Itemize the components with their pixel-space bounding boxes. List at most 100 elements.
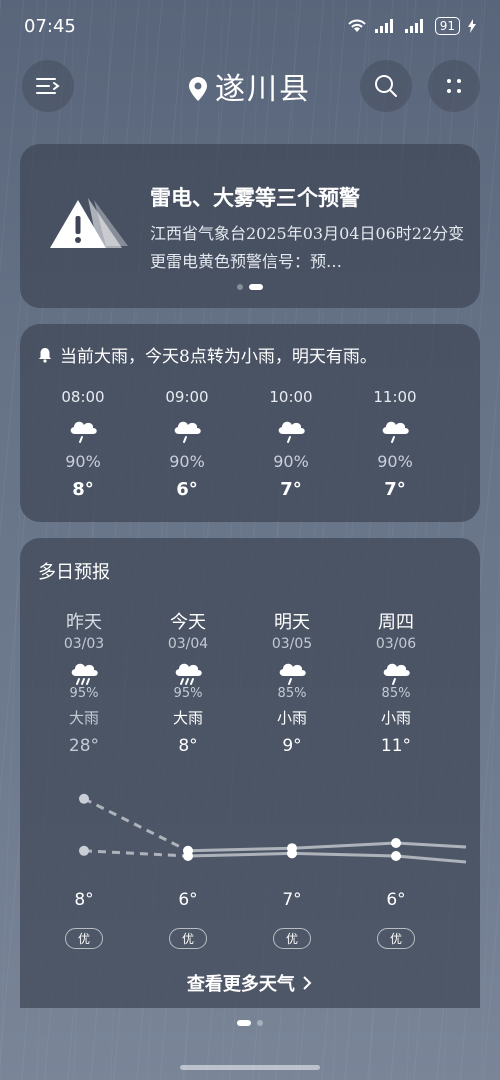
data-point <box>391 851 401 861</box>
day-date: 03/04 <box>167 636 209 652</box>
day-high: 9° <box>282 736 302 756</box>
daily-day[interactable]: 明天 03/05 85% 小雨 9° <box>242 608 342 756</box>
data-point <box>79 845 89 856</box>
wifi-icon <box>347 19 366 32</box>
status-bar: 07:45 91 <box>0 0 500 52</box>
day-name: 今天 <box>170 612 206 633</box>
aqi-badge: 优 <box>272 928 311 949</box>
alert-pager <box>20 284 480 290</box>
more-weather-label: 查看更多天气 <box>186 974 295 995</box>
aqi-badge: 优 <box>64 928 103 949</box>
series-line <box>187 851 467 864</box>
hourly-precip: 90% <box>169 452 205 471</box>
hourly-precip: 90% <box>377 452 413 471</box>
hourly-summary: 当前大雨，今天8点转为小雨，明天有雨。 <box>38 342 377 367</box>
hourly-forecast-card[interactable]: 当前大雨，今天8点转为小雨，明天有雨。 08:00 90% 8° 09:00 9… <box>20 324 480 522</box>
light-rain-icon <box>279 663 306 685</box>
bell-icon <box>39 347 51 363</box>
battery-indicator: 91 <box>434 17 460 35</box>
daily-day[interactable]: 昨天 03/03 95% 大雨 28° <box>34 608 134 756</box>
day-high: 8° <box>178 736 198 756</box>
pager-dot <box>237 284 243 290</box>
day-date: 03/06 <box>375 636 417 652</box>
day-weather: 大雨 <box>172 709 203 727</box>
day-high: 28° <box>68 736 100 756</box>
data-point <box>79 793 89 804</box>
daily-title: 多日预报 <box>38 562 110 583</box>
day-precip: 95% <box>173 686 203 701</box>
page-dot-active <box>237 1020 251 1026</box>
aqi-badge: 优 <box>168 928 207 949</box>
day-high: 11° <box>380 736 412 756</box>
day-precip: 95% <box>69 686 99 701</box>
hourly-item: 10:00 90% 7° <box>246 388 336 500</box>
light-rain-icon <box>383 663 410 685</box>
page-indicator <box>0 1020 500 1026</box>
aqi-badge-wrap: 优 <box>242 928 342 949</box>
alert-text: 江西省气象台2025年03月04日06时22分变更雷电黄色预警信号：预… <box>150 224 465 271</box>
day-date: 03/05 <box>271 636 313 652</box>
rain-cloud-icon <box>174 421 201 443</box>
home-indicator[interactable] <box>180 1065 320 1070</box>
day-precip: 85% <box>381 686 411 701</box>
day-low: 6° <box>178 890 198 910</box>
rain-cloud-icon <box>382 421 409 443</box>
data-point <box>183 851 193 861</box>
signal-icon <box>374 19 393 33</box>
hourly-item: 11:00 90% 7° <box>350 388 440 500</box>
day-name: 周四 <box>378 612 414 633</box>
more-options-button[interactable] <box>428 60 480 112</box>
day-name: 明天 <box>274 612 310 633</box>
city-title[interactable]: 遂川县 <box>0 64 500 108</box>
day-weather: 大雨 <box>68 709 99 727</box>
alert-title: 雷电、大雾等三个预警 <box>150 185 360 210</box>
aqi-badge: 优 <box>376 928 415 949</box>
heavy-rain-icon <box>71 663 98 685</box>
series-line-past <box>83 797 189 853</box>
day-weather: 小雨 <box>380 709 411 727</box>
page-dot <box>257 1020 263 1026</box>
chevron-right-icon <box>303 976 312 990</box>
series-line <box>187 841 467 853</box>
location-pin-icon <box>189 77 207 101</box>
series-line-past <box>83 849 189 858</box>
hourly-precip: 90% <box>65 452 101 471</box>
daily-day[interactable]: 周四 03/06 85% 小雨 11° <box>346 608 446 756</box>
grid-dots-icon <box>447 79 461 93</box>
hourly-item: 09:00 90% 6° <box>142 388 232 500</box>
day-low: 7° <box>282 890 302 910</box>
rain-cloud-icon <box>278 421 305 443</box>
temperature-chart <box>79 793 467 864</box>
city-name: 遂川县 <box>215 72 311 107</box>
aqi-badge-wrap: 优 <box>346 928 446 949</box>
day-low: 6° <box>386 890 406 910</box>
hourly-temp: 7° <box>384 479 406 500</box>
hourly-time: 10:00 <box>269 388 313 406</box>
aqi-badge-wrap: 优 <box>138 928 238 949</box>
charging-icon <box>468 19 476 33</box>
heavy-rain-icon <box>175 663 202 685</box>
weather-alert-card[interactable]: 雷电、大雾等三个预警 江西省气象台2025年03月04日06时22分变更雷电黄色… <box>20 144 480 308</box>
hourly-temp: 7° <box>280 479 302 500</box>
pager-dot-active <box>249 284 263 290</box>
data-point <box>391 838 401 848</box>
warning-triangle-icon <box>50 198 128 248</box>
hourly-time: 09:00 <box>165 388 209 406</box>
hourly-time: 11:00 <box>373 388 417 406</box>
daily-day[interactable]: 今天 03/04 95% 大雨 8° <box>138 608 238 756</box>
day-precip: 85% <box>277 686 307 701</box>
search-icon <box>375 75 397 97</box>
data-point <box>287 848 297 859</box>
daily-forecast-card[interactable]: 多日预报 昨天 03/03 95% 大雨 28° 今天 03/04 95% 大雨… <box>20 538 480 1008</box>
day-date: 03/03 <box>63 636 105 652</box>
search-button[interactable] <box>360 60 412 112</box>
more-weather-link[interactable]: 查看更多天气 <box>20 970 480 996</box>
hourly-time: 08:00 <box>61 388 105 406</box>
aqi-badge-wrap: 优 <box>34 928 134 949</box>
hourly-summary-text: 当前大雨，今天8点转为小雨，明天有雨。 <box>60 347 377 367</box>
status-time: 07:45 <box>24 16 76 37</box>
rain-cloud-icon <box>70 421 97 443</box>
signal-icon-2 <box>404 19 423 33</box>
hourly-temp: 6° <box>176 479 198 500</box>
hourly-item: 08:00 90% 8° <box>38 388 128 500</box>
